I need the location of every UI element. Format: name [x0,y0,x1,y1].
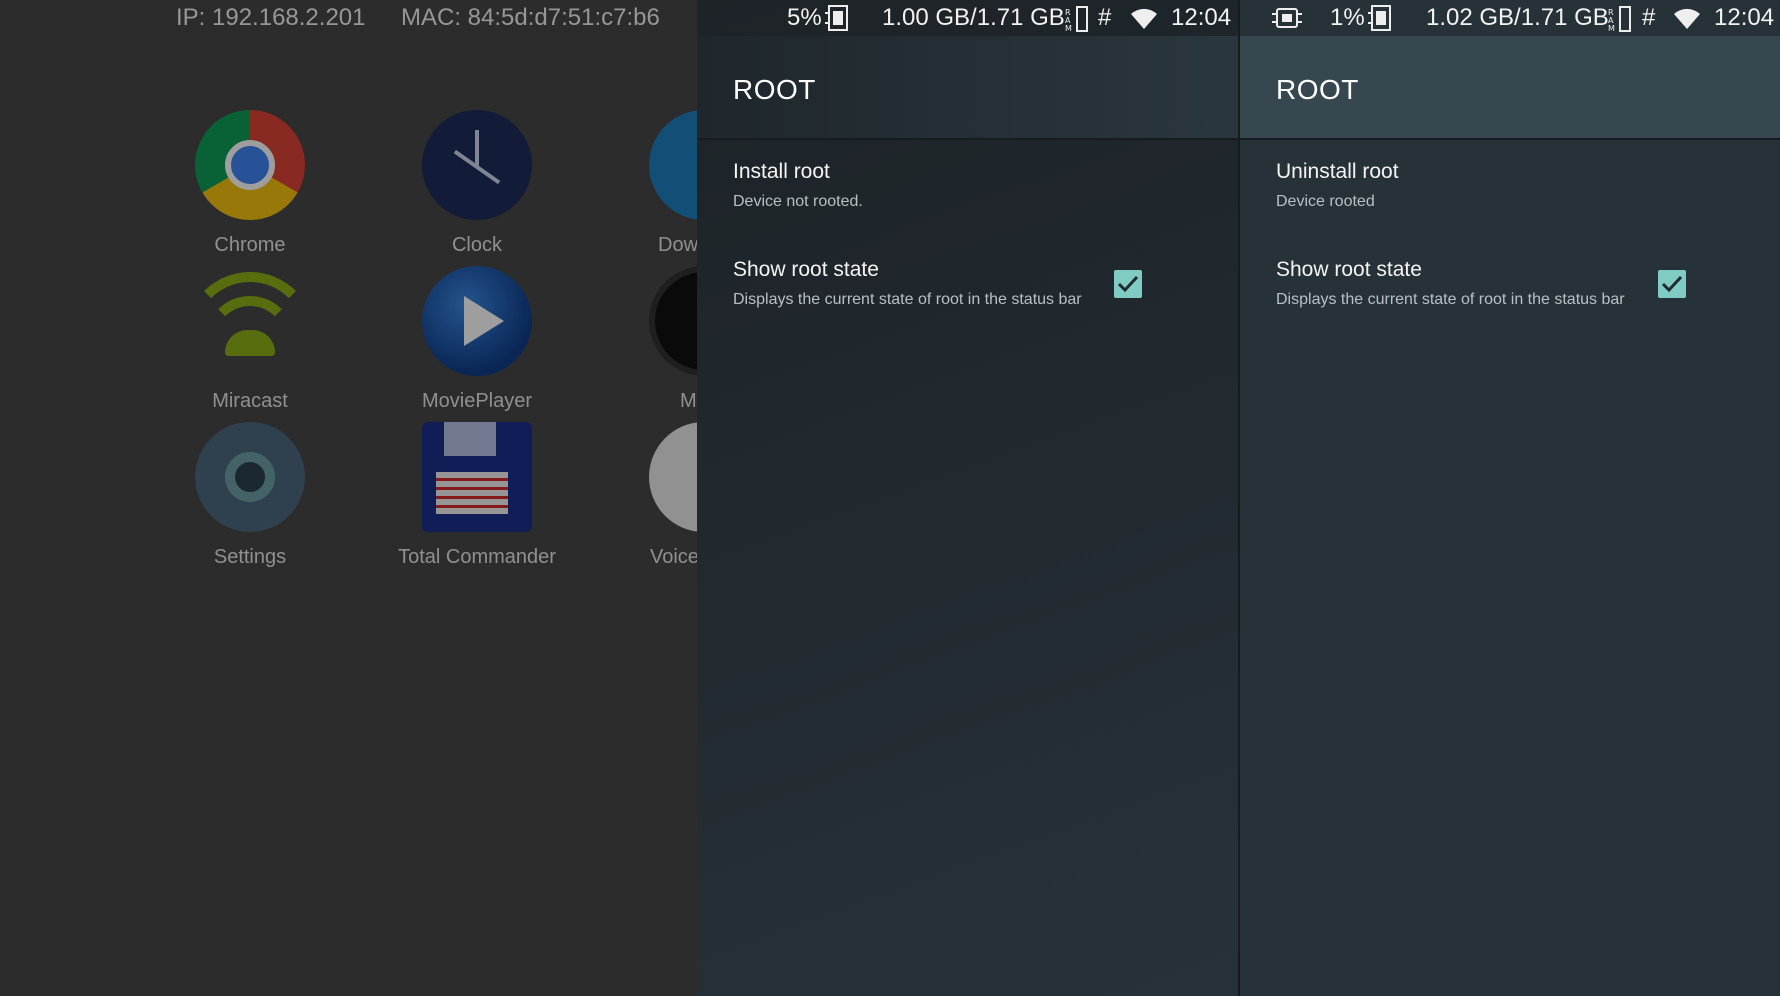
ram-icon: RAM [1065,5,1089,40]
app-label: MoviePlayer [421,390,533,412]
install-root-preference[interactable]: Install root Device not rooted. [733,160,1238,211]
clock-time: 12:04 [1171,4,1232,31]
clock-icon [422,110,532,220]
app-clock[interactable]: Clock [377,110,577,257]
ram-icon: RAM [1608,5,1632,40]
app-label: M [680,390,697,412]
svg-text:M: M [1065,24,1072,33]
root-settings-panel-rooted: 1% 1.02 GB/1.71 GB RAM # 12:04 ROOT Unin… [1240,0,1780,996]
page-title: ROOT [733,74,816,105]
checkmark-icon [1661,275,1683,293]
pref-summary: Device rooted [1276,193,1375,210]
status-bar: 1% 1.02 GB/1.71 GB RAM # 12:04 [1240,0,1780,36]
download-icon [649,110,697,220]
page-title: ROOT [1276,74,1359,105]
pref-summary: Device not rooted. [733,193,863,210]
wifi-icon [1674,8,1700,37]
pref-summary: Displays the current state of root in th… [733,291,1082,308]
show-root-state-checkbox[interactable] [1658,270,1686,298]
ram-usage: 1.00 GB/1.71 GB [882,4,1065,31]
app-label: Total Commander [398,546,556,568]
gear-icon [195,422,305,532]
play-icon [422,266,532,376]
miracast-icon [185,266,315,376]
chrome-icon [195,110,305,220]
root-settings-panel-unrooted: 5% 1.00 GB/1.71 GB RAM # 12:04 ROOT Inst… [697,0,1238,996]
root-hash-icon: # [1642,4,1656,31]
music-icon [649,266,697,376]
microphone-icon [649,422,697,532]
ram-usage: 1.02 GB/1.71 GB [1426,4,1609,31]
show-root-state-checkbox[interactable] [1114,270,1142,298]
battery-percent: 5% [787,4,822,31]
launcher-status-bar: IP: 192.168.2.201 MAC: 84:5d:d7:51:c7:b6 [0,0,697,36]
app-movieplayer[interactable]: MoviePlayer [377,266,577,413]
app-total-commander[interactable]: Total Commander [377,422,577,569]
uninstall-root-preference[interactable]: Uninstall root Device rooted [1276,160,1780,211]
app-settings[interactable]: Settings [150,422,350,569]
app-label: Clock [451,234,502,256]
app-label: Dow [658,234,697,256]
pref-title: Show root state [1276,258,1422,281]
launcher-background: IP: 192.168.2.201 MAC: 84:5d:d7:51:c7:b6… [0,0,697,996]
pref-title: Show root state [733,258,879,281]
battery-percent: 1% [1330,4,1365,31]
root-hash-icon: # [1098,4,1112,31]
app-label: Settings [213,546,287,568]
show-root-state-preference[interactable]: Show root state Displays the current sta… [1276,258,1780,309]
pref-summary: Displays the current state of root in th… [1276,291,1625,308]
floppy-disk-icon [422,422,532,532]
mac-address-text: MAC: 84:5d:d7:51:c7:b6 [401,4,660,31]
clock-time: 12:04 [1714,4,1775,31]
pref-title: Uninstall root [1276,160,1399,183]
battery-icon [1368,4,1394,39]
toolbar: ROOT [697,36,1238,140]
svg-text:M: M [1608,24,1615,33]
app-downloads[interactable]: Dow [604,110,697,257]
app-label: Chrome [214,234,286,256]
show-root-state-preference[interactable]: Show root state Displays the current sta… [733,258,1238,309]
app-music[interactable]: M [604,266,697,413]
cpu-icon [1272,6,1302,37]
app-label: Voice [650,546,697,568]
ip-address-text: IP: 192.168.2.201 [176,4,366,31]
pref-title: Install root [733,160,830,183]
app-voice[interactable]: Voice [604,422,697,569]
wifi-icon [1131,8,1157,37]
status-bar: 5% 1.00 GB/1.71 GB RAM # 12:04 [697,0,1238,36]
checkmark-icon [1117,275,1139,293]
app-miracast[interactable]: Miracast [150,266,350,413]
battery-icon [825,4,851,39]
app-chrome[interactable]: Chrome [150,110,350,257]
toolbar: ROOT [1240,36,1780,140]
